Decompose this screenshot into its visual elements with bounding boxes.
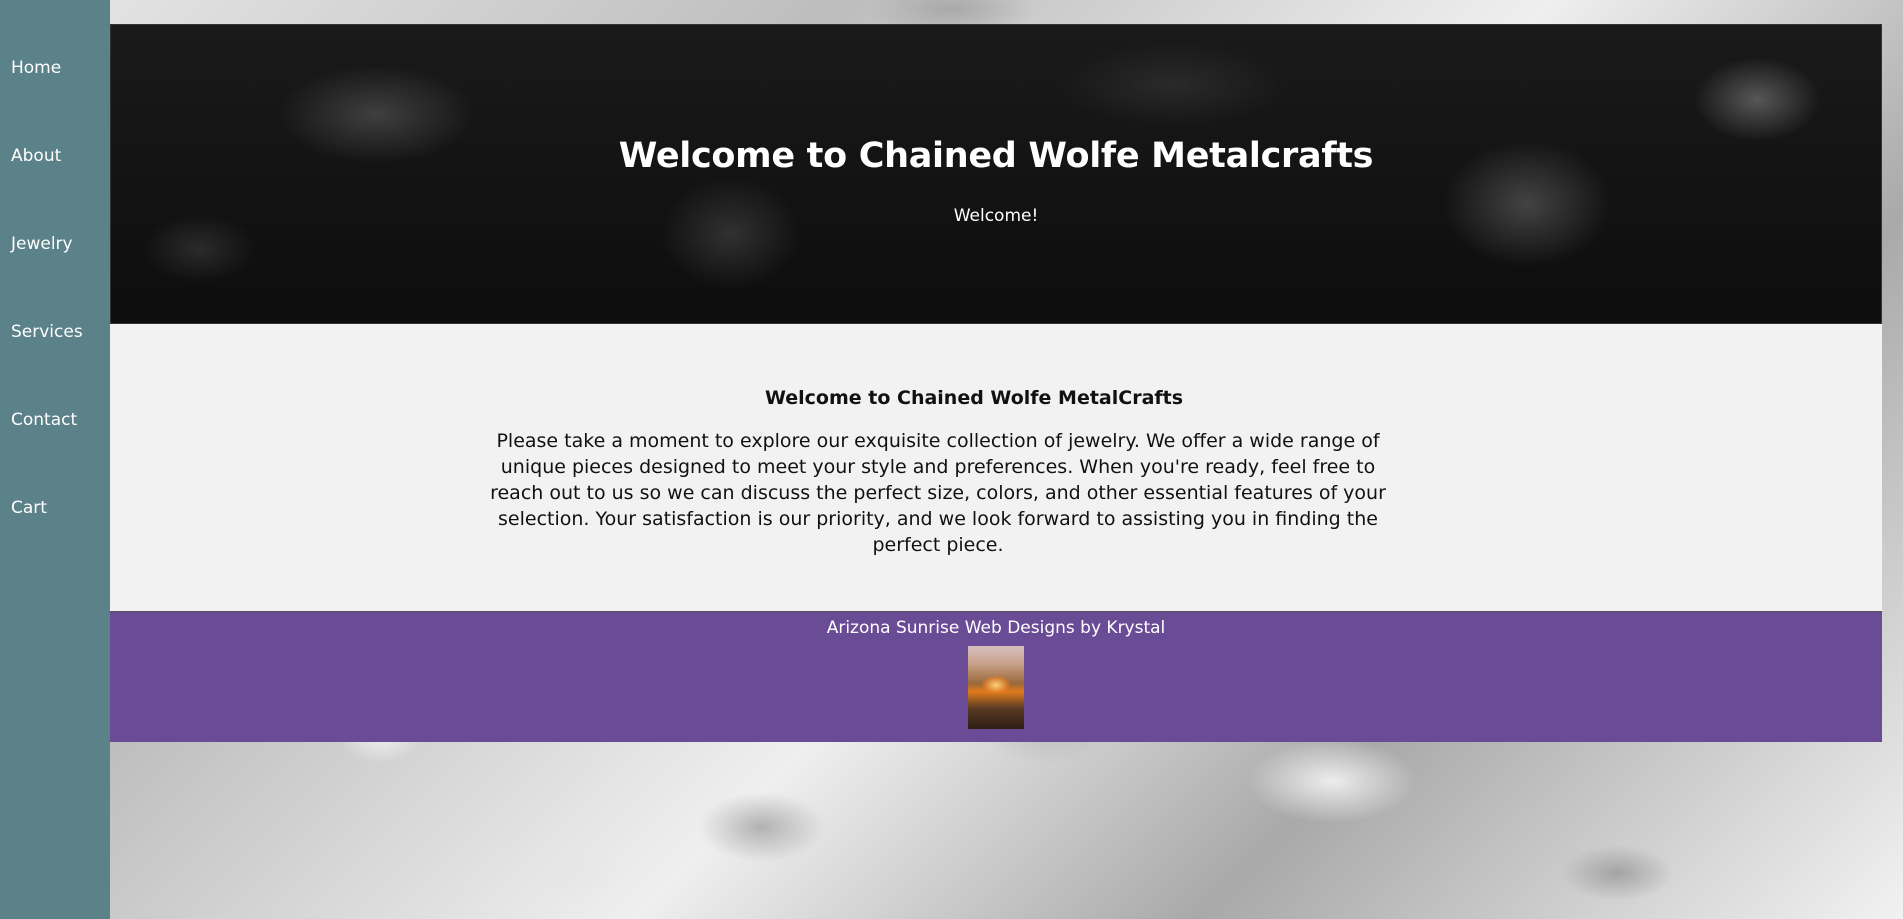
welcome-body: Please take a moment to explore our exqu… [490,430,1386,556]
welcome-section: Welcome to Chained Wolfe MetalCrafts Ple… [110,324,1882,611]
sunrise-thumbnail-image [968,646,1024,729]
welcome-heading: Welcome to Chained Wolfe MetalCrafts [764,387,1184,409]
site-footer: Arizona Sunrise Web Designs by Krystal [110,611,1882,742]
sidebar-nav: Home About Jewelry Services Contact Cart [0,0,110,919]
nav-link-jewelry[interactable]: Jewelry [0,232,110,320]
nav-link-contact[interactable]: Contact [0,408,110,496]
footer-credit: Arizona Sunrise Web Designs by Krystal [826,618,1166,638]
hero-subtitle: Welcome! [953,206,1039,226]
nav-link-cart[interactable]: Cart [0,496,110,584]
nav-link-about[interactable]: About [0,144,110,232]
nav-link-home[interactable]: Home [0,56,110,144]
hero-banner: Welcome to Chained Wolfe Metalcrafts Wel… [110,24,1882,324]
hero-title: Welcome to Chained Wolfe Metalcrafts [618,136,1374,176]
